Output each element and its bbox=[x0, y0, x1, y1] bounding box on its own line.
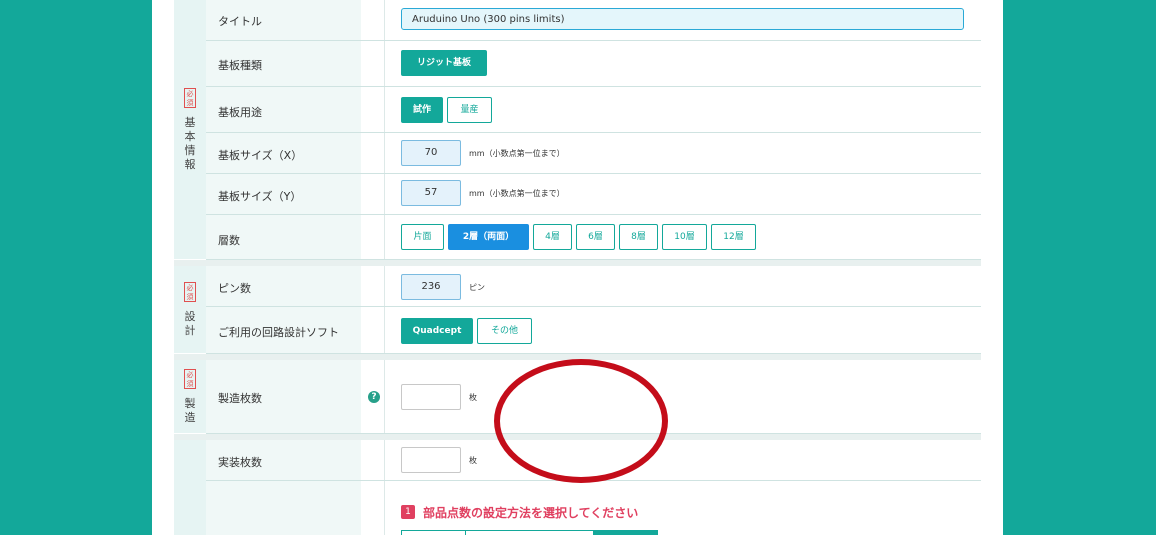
size-y-label: 基板サイズ（Y） bbox=[218, 190, 302, 203]
size-x-input[interactable]: 70 bbox=[401, 140, 461, 166]
assembly-quantity-unit: 枚 bbox=[469, 456, 477, 465]
help-icon[interactable]: ? bbox=[368, 391, 380, 403]
pins-label: ピン数 bbox=[218, 282, 251, 295]
manufacturing-quantity-unit: 枚 bbox=[469, 393, 477, 402]
row-usage: 基板用途 bbox=[206, 87, 981, 133]
usage-label: 基板用途 bbox=[218, 106, 262, 119]
software-quadcept-button[interactable]: Quadcept bbox=[401, 318, 473, 344]
layer-option-6[interactable]: 6層 bbox=[576, 224, 615, 250]
usage-prototype-button[interactable]: 試作 bbox=[401, 97, 443, 123]
section-design: 必須 設計 bbox=[174, 266, 206, 353]
manufacturing-quantity-input[interactable] bbox=[401, 384, 461, 410]
pins-unit: ピン bbox=[469, 283, 485, 292]
row-size-x: 基板サイズ（X） bbox=[206, 133, 981, 174]
annotation-circle bbox=[494, 359, 668, 483]
section-basic-info: 必須 基本情報 bbox=[174, 0, 206, 259]
layer-option-4[interactable]: 4層 bbox=[533, 224, 572, 250]
assembly-quantity-input[interactable] bbox=[401, 447, 461, 473]
layer-option-8[interactable]: 8層 bbox=[619, 224, 658, 250]
layers-label: 層数 bbox=[218, 234, 240, 247]
layer-option-12[interactable]: 12層 bbox=[711, 224, 756, 250]
software-label: ご利用の回路設計ソフト bbox=[218, 326, 339, 339]
row-software: ご利用の回路設計ソフト bbox=[206, 307, 981, 354]
row-board-type: 基板種類 bbox=[206, 41, 981, 87]
step-instruction: 部品点数の設定方法を選択してください bbox=[423, 506, 639, 520]
order-form-panel: 必須 基本情報 タイトル Aruduino Uno (300 pins limi… bbox=[152, 0, 1003, 535]
rigid-board-button[interactable]: リジット基板 bbox=[401, 50, 487, 76]
title-input[interactable]: Aruduino Uno (300 pins limits) bbox=[401, 8, 964, 30]
row-pins: ピン数 bbox=[206, 266, 981, 307]
layer-option-10[interactable]: 10層 bbox=[662, 224, 707, 250]
layer-option-single[interactable]: 片面 bbox=[401, 224, 444, 250]
required-badge: 必須 bbox=[184, 281, 196, 302]
size-y-unit: mm（小数点第一位まで） bbox=[469, 189, 565, 198]
section-assembly bbox=[174, 440, 206, 535]
size-x-unit: mm（小数点第一位まで） bbox=[469, 149, 565, 158]
software-other-button[interactable]: その他 bbox=[477, 318, 532, 344]
usage-mass-production-button[interactable]: 量産 bbox=[447, 97, 492, 123]
required-badge: 必須 bbox=[184, 87, 196, 108]
manufacturing-quantity-label: 製造枚数 bbox=[218, 392, 262, 405]
section-label-manufacturing: 製造 bbox=[184, 396, 196, 424]
board-type-label: 基板種類 bbox=[218, 59, 262, 72]
row-size-y: 基板サイズ（Y） bbox=[206, 174, 981, 215]
section-label-design: 設計 bbox=[184, 309, 196, 337]
pins-input[interactable]: 236 bbox=[401, 274, 461, 300]
parts-method-tabs[interactable] bbox=[401, 530, 658, 535]
layer-option-2[interactable]: 2層（両面） bbox=[448, 224, 529, 250]
assembly-quantity-label: 実装枚数 bbox=[218, 456, 262, 469]
step-number-badge: 1 bbox=[401, 505, 415, 519]
section-manufacturing: 必須 製造 bbox=[174, 360, 206, 433]
size-y-input[interactable]: 57 bbox=[401, 180, 461, 206]
title-label: タイトル bbox=[218, 15, 262, 28]
section-label-basic: 基本情報 bbox=[184, 115, 196, 171]
required-badge: 必須 bbox=[184, 368, 196, 389]
size-x-label: 基板サイズ（X） bbox=[218, 149, 303, 162]
